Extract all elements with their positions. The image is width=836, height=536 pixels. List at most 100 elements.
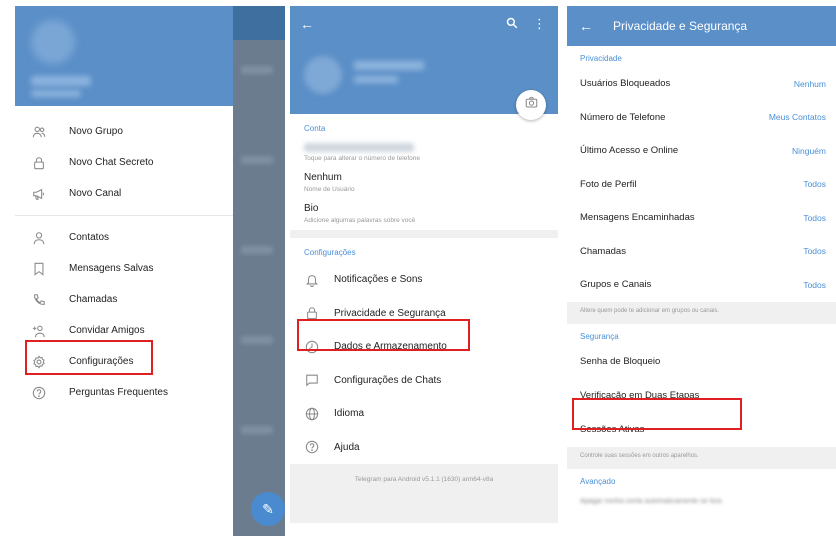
privacy-row-label: Foto de Perfil bbox=[580, 178, 637, 190]
back-arrow-icon[interactable]: ← bbox=[579, 18, 593, 34]
blurred-chat bbox=[241, 336, 273, 344]
privacy-row-value: Todos bbox=[803, 246, 826, 257]
advanced-section-title: Avançado bbox=[580, 476, 616, 486]
privacy-row-value: Todos bbox=[803, 212, 826, 223]
menu-item-new-channel[interactable]: Novo Canal bbox=[15, 178, 233, 209]
username-value: Nenhum bbox=[304, 172, 342, 183]
drawer-header bbox=[15, 6, 233, 106]
settings-screen: ← ⋮ Conta Toque para alterar o número de… bbox=[290, 6, 558, 536]
menu-item-calls[interactable]: Chamadas bbox=[15, 284, 233, 315]
avatar[interactable] bbox=[31, 20, 75, 64]
profile-header: ← ⋮ bbox=[290, 6, 558, 120]
chat-list-background bbox=[233, 6, 285, 536]
settings-item-notifications[interactable]: Notificações e Sons bbox=[290, 263, 558, 297]
app-version-footer: Telegram para Android v5.1.1 (1630) arm6… bbox=[290, 464, 558, 523]
question-icon bbox=[304, 439, 320, 455]
group-icon bbox=[31, 124, 47, 140]
user-name-blurred bbox=[31, 76, 91, 86]
main-menu-screen: ✎ Novo Grupo Novo Chat Secreto Novo Cana… bbox=[15, 6, 285, 536]
privacy-row-label: Número de Telefone bbox=[580, 111, 666, 123]
privacy-row-last-seen[interactable]: Último Acesso e Online Ninguém bbox=[567, 134, 836, 168]
privacy-row-value: Nenhum bbox=[793, 78, 826, 89]
privacy-row-blocked-users[interactable]: Usuários Bloqueados Nenhum bbox=[567, 67, 836, 101]
more-vertical-icon[interactable]: ⋮ bbox=[533, 16, 546, 32]
avatar[interactable] bbox=[304, 56, 342, 94]
chat-list-toolbar bbox=[233, 6, 285, 40]
menu-item-label: Perguntas Frequentes bbox=[69, 387, 168, 398]
privacy-row-groups-channels[interactable]: Grupos e Canais Todos bbox=[567, 268, 836, 302]
profile-name-blurred bbox=[354, 61, 424, 70]
megaphone-icon bbox=[31, 186, 47, 202]
config-section-title: Configurações bbox=[304, 248, 356, 257]
bio-row[interactable]: Bio Adicione algumas palavras sobre você bbox=[290, 199, 558, 230]
globe-icon bbox=[304, 406, 320, 422]
blurred-chat bbox=[241, 426, 273, 434]
privacy-row-value: Ninguém bbox=[791, 145, 826, 156]
navigation-drawer: Novo Grupo Novo Chat Secreto Novo Canal … bbox=[15, 6, 233, 536]
security-row-label: Senha de Bloqueio bbox=[580, 356, 661, 367]
privacy-row-label: Último Acesso e Online bbox=[580, 145, 679, 157]
username-row[interactable]: Nenhum Nome de Usuário bbox=[290, 168, 558, 199]
profile-status-blurred bbox=[354, 76, 398, 83]
phone-row[interactable]: Toque para alterar o número de telefone bbox=[290, 139, 558, 168]
privacy-toolbar: ← Privacidade e Segurança bbox=[567, 6, 836, 46]
lock-icon bbox=[31, 155, 47, 171]
add-person-icon bbox=[31, 323, 47, 339]
settings-item-label: Notificações e Sons bbox=[334, 274, 423, 286]
highlight-privacy bbox=[297, 319, 470, 351]
menu-item-label: Convidar Amigos bbox=[69, 325, 145, 336]
privacy-row-value: Todos bbox=[803, 279, 826, 290]
menu-item-label: Novo Grupo bbox=[69, 126, 123, 137]
menu-item-new-group[interactable]: Novo Grupo bbox=[15, 116, 233, 147]
bookmark-icon bbox=[31, 261, 47, 277]
privacy-row-label: Chamadas bbox=[580, 245, 626, 257]
groups-hint: Altere quem pode te adicionar em grupos … bbox=[567, 301, 836, 324]
phone-number-blurred bbox=[304, 143, 414, 152]
blurred-chat bbox=[241, 156, 273, 164]
back-arrow-icon[interactable]: ← bbox=[300, 16, 314, 32]
settings-item-label: Idioma bbox=[334, 408, 365, 420]
settings-item-chat-settings[interactable]: Configurações de Chats bbox=[290, 364, 558, 398]
camera-icon bbox=[525, 96, 538, 114]
chat-icon bbox=[304, 372, 320, 388]
menu-item-faq[interactable]: Perguntas Frequentes bbox=[15, 377, 233, 408]
phone-icon bbox=[31, 292, 47, 308]
settings-item-label: Ajuda bbox=[334, 441, 360, 453]
search-icon[interactable] bbox=[506, 16, 518, 34]
menu-item-label: Contatos bbox=[69, 232, 110, 243]
menu-item-label: Novo Chat Secreto bbox=[69, 157, 154, 168]
menu-item-label: Mensagens Salvas bbox=[69, 263, 154, 274]
section-gap bbox=[290, 230, 558, 238]
compose-fab-button[interactable]: ✎ bbox=[251, 492, 285, 526]
privacy-row-phone-number[interactable]: Número de Telefone Meus Contatos bbox=[567, 101, 836, 135]
menu-item-contacts[interactable]: Contatos bbox=[15, 222, 233, 253]
privacy-row-value: Meus Contatos bbox=[768, 112, 826, 123]
privacy-row-label: Grupos e Canais bbox=[580, 279, 652, 291]
settings-item-label: Privacidade e Segurança bbox=[334, 307, 446, 319]
page-title: Privacidade e Segurança bbox=[613, 19, 748, 33]
menu-item-new-secret-chat[interactable]: Novo Chat Secreto bbox=[15, 147, 233, 178]
privacy-row-forwarded-messages[interactable]: Mensagens Encaminhadas Todos bbox=[567, 201, 836, 235]
account-section-title: Conta bbox=[304, 124, 326, 133]
question-icon bbox=[31, 385, 47, 401]
security-row-passcode-lock[interactable]: Senha de Bloqueio bbox=[567, 345, 836, 379]
privacy-row-calls[interactable]: Chamadas Todos bbox=[567, 235, 836, 269]
security-section-title: Segurança bbox=[580, 331, 619, 341]
privacy-row-label: Mensagens Encaminhadas bbox=[580, 212, 695, 224]
privacy-row-profile-photo[interactable]: Foto de Perfil Todos bbox=[567, 168, 836, 202]
sessions-hint: Controle suas sessões em outros aparelho… bbox=[567, 446, 836, 469]
settings-item-help[interactable]: Ajuda bbox=[290, 431, 558, 465]
advanced-hint: Apagar minha conta automaticamente se fo… bbox=[580, 497, 722, 505]
privacy-security-screen: ← Privacidade e Segurança Privacidade Us… bbox=[567, 6, 836, 536]
phone-hint: Toque para alterar o número de telefone bbox=[304, 155, 420, 162]
menu-item-saved-messages[interactable]: Mensagens Salvas bbox=[15, 253, 233, 284]
camera-button[interactable] bbox=[516, 90, 546, 120]
settings-item-language[interactable]: Idioma bbox=[290, 397, 558, 431]
highlight-two-step-verification bbox=[572, 398, 742, 430]
person-icon bbox=[31, 230, 47, 246]
bio-hint: Adicione algumas palavras sobre você bbox=[304, 217, 416, 224]
bell-icon bbox=[304, 272, 320, 288]
username-hint: Nome de Usuário bbox=[304, 186, 355, 193]
pencil-icon: ✎ bbox=[262, 500, 274, 517]
privacy-row-value: Todos bbox=[803, 179, 826, 190]
